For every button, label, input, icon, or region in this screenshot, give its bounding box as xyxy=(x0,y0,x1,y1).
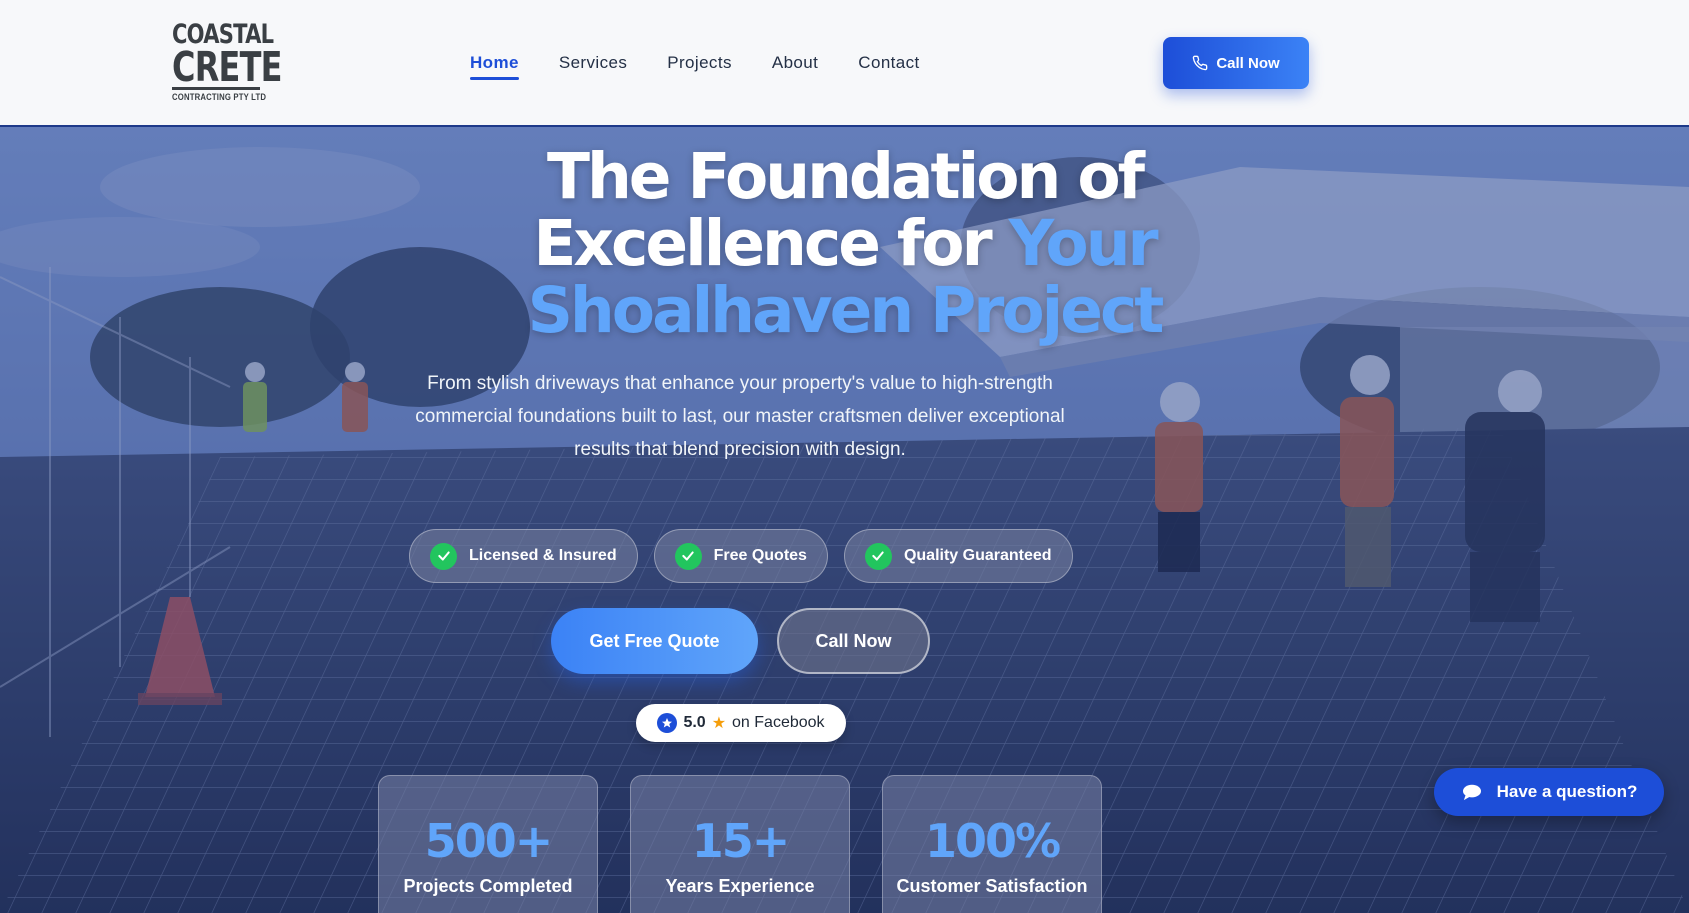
badge-quality-label: Quality Guaranteed xyxy=(903,547,1052,564)
get-free-quote-button[interactable]: Get Free Quote xyxy=(551,608,758,674)
stat-label: Customer Satisfaction xyxy=(896,876,1088,896)
hero-content: The Foundation of Excellence for Your Sh… xyxy=(0,127,1689,913)
badge-licensed: Licensed & Insured xyxy=(409,529,638,583)
stat-value: 100% xyxy=(924,814,1061,868)
hero-subtitle: From stylish driveways that enhance your… xyxy=(415,373,1065,460)
logo-line2: CRETE xyxy=(172,43,282,91)
facebook-rating[interactable]: 5.0 ★ on Facebook xyxy=(636,704,846,742)
trust-badges: Licensed & Insured Free Quotes Quality G… xyxy=(409,529,1073,583)
badge-free-quotes-label: Free Quotes xyxy=(713,547,807,564)
check-icon xyxy=(674,542,702,570)
check-icon xyxy=(864,542,892,570)
badge-free-quotes: Free Quotes xyxy=(653,529,828,583)
rating-source: on Facebook xyxy=(732,714,825,731)
rating-star: ★ xyxy=(711,715,727,732)
stat-card: 500+ Projects Completed xyxy=(378,775,598,913)
hero-call-now-button[interactable]: Call Now xyxy=(777,608,930,674)
nav-contact[interactable]: Contact xyxy=(858,53,919,79)
main-nav: Home Services Projects About Contact xyxy=(470,53,920,80)
chat-widget-label: Have a question? xyxy=(1496,782,1638,801)
brand-logo[interactable]: COASTAL CRETE CONTRACTING PTY LTD xyxy=(172,21,282,106)
badge-quality: Quality Guaranteed xyxy=(843,529,1073,583)
stat-card: 100% Customer Satisfaction xyxy=(882,775,1102,913)
headline-line3: Shoalhaven Project xyxy=(527,274,1165,347)
nav-home[interactable]: Home xyxy=(470,53,519,80)
nav-services[interactable]: Services xyxy=(559,53,627,79)
header-call-label: Call Now xyxy=(1216,54,1280,72)
hero-section: The Foundation of Excellence for Your Sh… xyxy=(0,127,1689,913)
rating-score: 5.0 xyxy=(683,714,706,731)
phone-icon xyxy=(1193,55,1208,71)
stat-value: 15+ xyxy=(691,814,791,868)
facebook-star-icon xyxy=(657,713,678,733)
headline-line2b: Your xyxy=(1008,207,1159,280)
nav-projects[interactable]: Projects xyxy=(667,53,732,79)
check-icon xyxy=(430,542,457,570)
nav-about[interactable]: About xyxy=(772,53,818,79)
headline-line1: The Foundation of xyxy=(546,140,1145,213)
header-call-button[interactable]: Call Now xyxy=(1163,37,1309,89)
site-header: COASTAL CRETE CONTRACTING PTY LTD Home S… xyxy=(0,0,1689,127)
stats-row: 500+ Projects Completed 15+ Years Experi… xyxy=(378,775,1102,913)
stat-label: Years Experience xyxy=(665,876,815,896)
stat-card: 15+ Years Experience xyxy=(630,775,850,913)
badge-licensed-label: Licensed & Insured xyxy=(469,547,617,564)
logo-line3: CONTRACTING PTY LTD xyxy=(172,92,267,102)
chat-widget-button[interactable]: Have a question? xyxy=(1434,768,1664,816)
headline-line2a: Excellence for xyxy=(533,207,1009,280)
hero-headline: The Foundation of Excellence for Your Sh… xyxy=(0,143,1689,344)
stat-value: 500+ xyxy=(424,814,554,868)
chat-bubble-icon xyxy=(1462,784,1481,801)
stat-label: Projects Completed xyxy=(403,876,573,896)
